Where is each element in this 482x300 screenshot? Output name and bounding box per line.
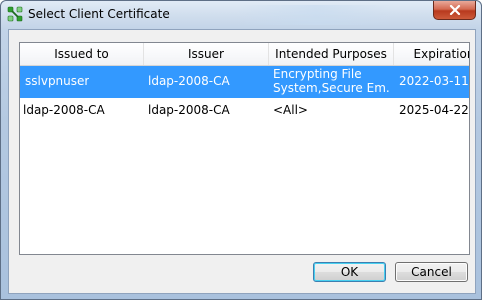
- title-bar[interactable]: Select Client Certificate: [1, 1, 481, 29]
- network-connection-icon: [7, 6, 23, 22]
- cell-issued-to: ldap-2008-CA: [23, 103, 105, 117]
- column-header-issued-to[interactable]: Issued to: [20, 43, 144, 65]
- table-row[interactable]: ldap-2008-CA ldap-2008-CA <All> 2025-04-…: [20, 99, 469, 123]
- column-header-intended-purposes[interactable]: Intended Purposes: [269, 43, 394, 65]
- cell-issuer: ldap-2008-CA: [148, 103, 230, 117]
- close-icon: [449, 5, 460, 15]
- cell-purposes: <All>: [273, 103, 308, 117]
- cancel-button[interactable]: Cancel: [395, 262, 468, 282]
- table-row-selected[interactable]: sslvpnuser ldap-2008-CA Encrypting File …: [20, 66, 469, 98]
- close-button[interactable]: [433, 1, 476, 20]
- column-header-expiration[interactable]: Expiration: [394, 43, 469, 65]
- certificate-list[interactable]: Issued to Issuer Intended Purposes Expir…: [19, 42, 470, 255]
- dialog-body: Issued to Issuer Intended Purposes Expir…: [8, 29, 476, 294]
- column-header-issuer[interactable]: Issuer: [144, 43, 269, 65]
- cell-issuer: ldap-2008-CA: [148, 74, 230, 88]
- list-header: Issued to Issuer Intended Purposes Expir…: [20, 43, 469, 66]
- dialog-title: Select Client Certificate: [28, 7, 170, 21]
- cell-issued-to: sslvpnuser: [25, 74, 90, 88]
- cell-expiration: 2025-04-22 2: [399, 103, 469, 117]
- cell-purposes-line2: System,Secure Em...: [273, 81, 391, 95]
- title-bar-glare: [236, 5, 396, 25]
- certificate-dialog: Select Client Certificate Issued to Issu…: [0, 0, 482, 300]
- cell-purposes-line1: Encrypting File: [273, 67, 362, 81]
- cell-expiration: 2022-03-11 2: [399, 74, 469, 88]
- ok-button[interactable]: OK: [313, 262, 386, 282]
